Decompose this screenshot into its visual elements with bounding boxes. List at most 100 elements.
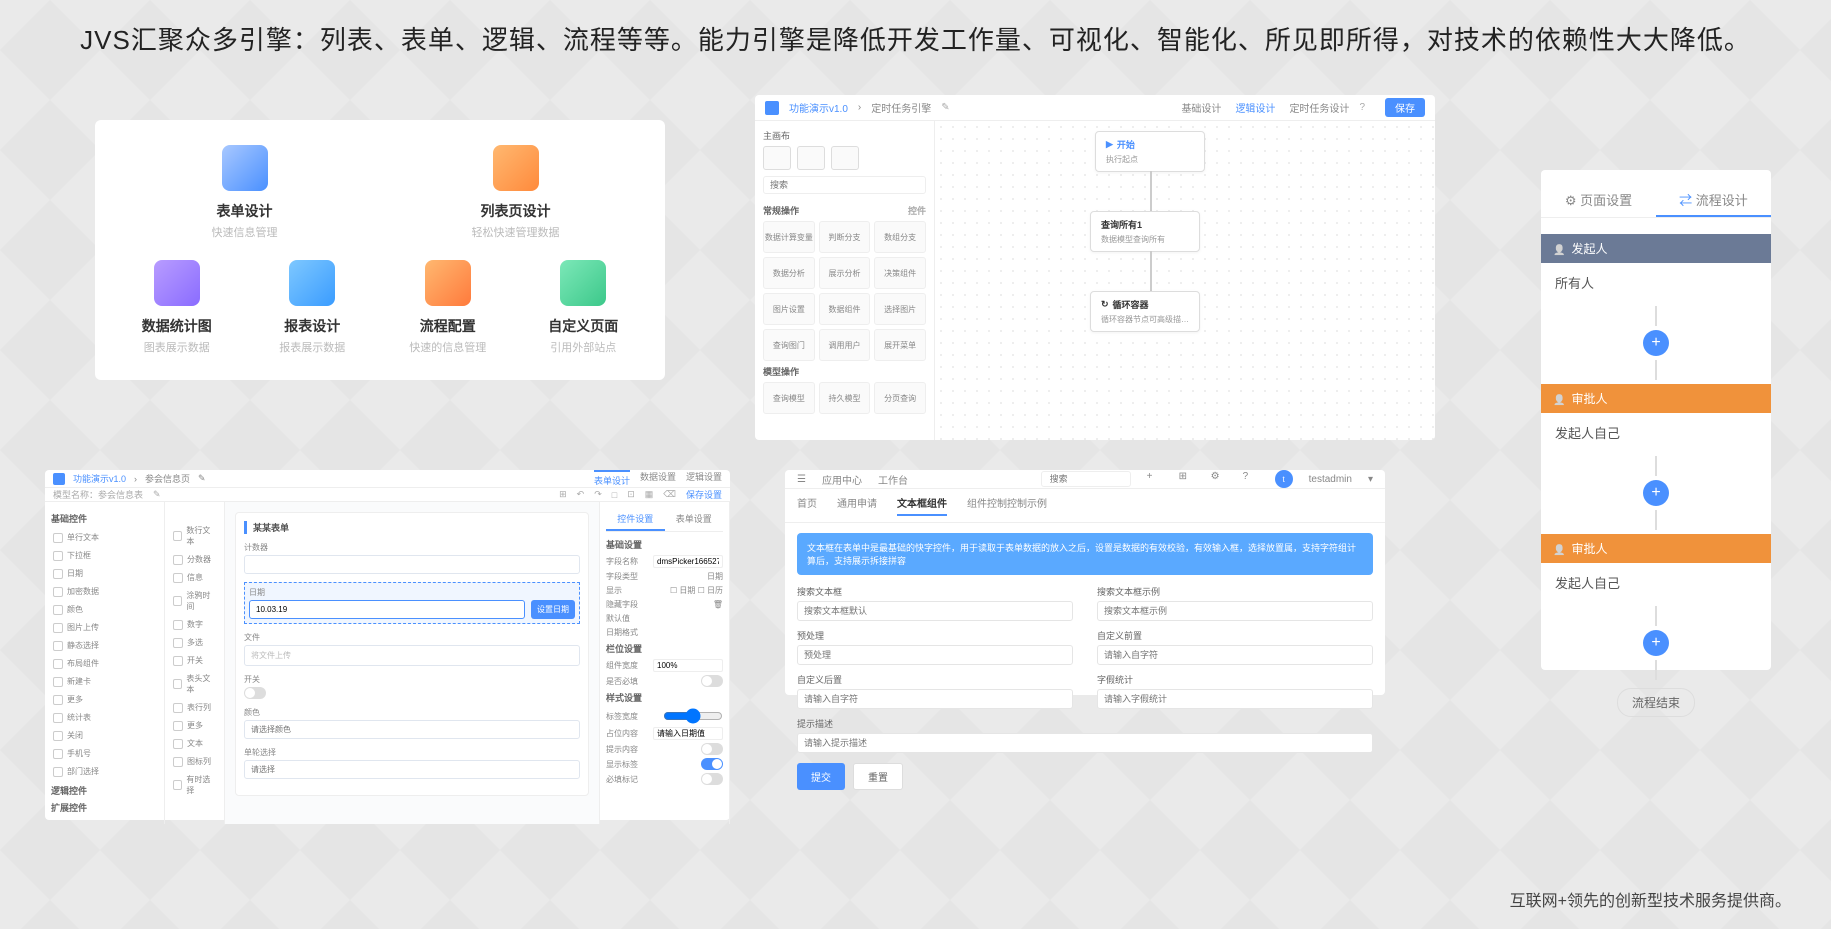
help-icon[interactable]: ? — [1243, 471, 1259, 487]
form-canvas[interactable]: 某某表单 计数器 日期 设置日期 文件将文件上传 开关 颜色 单轮选择 — [225, 502, 600, 824]
list-component[interactable]: 有时选择 — [171, 771, 218, 799]
tab-home[interactable]: 首页 — [797, 495, 817, 516]
flow-component[interactable]: 决策组件 — [874, 257, 926, 289]
props-tab-comp[interactable]: 控件设置 — [606, 508, 665, 531]
tab-logic[interactable]: 逻辑设置 — [686, 470, 722, 487]
list-component[interactable]: 新建卡 — [51, 673, 158, 690]
component-search-input[interactable] — [763, 176, 926, 194]
gear-icon[interactable]: ⚙ — [1211, 471, 1227, 487]
tab-flow-design[interactable]: ⇄ 流程设计 — [1656, 184, 1771, 217]
flow-component[interactable]: 查询图门 — [763, 329, 815, 361]
text-input-5[interactable] — [797, 689, 1073, 709]
menu-icon[interactable]: ☰ — [797, 474, 806, 485]
add-step-button[interactable]: + — [1643, 630, 1669, 656]
list-component[interactable]: 静态选择 — [51, 637, 158, 654]
list-component[interactable]: 多选 — [171, 634, 218, 651]
label-toggle[interactable] — [701, 758, 723, 770]
list-component[interactable]: 数字 — [171, 616, 218, 633]
tool-icon[interactable]: ↶ — [577, 489, 585, 500]
text-input-2[interactable] — [1097, 601, 1373, 621]
save-button[interactable]: 保存设置 — [686, 488, 722, 501]
list-component[interactable]: 表头文本 — [171, 670, 218, 698]
prop-hint[interactable] — [653, 727, 723, 740]
list-component[interactable]: 统计表 — [51, 709, 158, 726]
save-button[interactable]: 保存 — [1385, 98, 1425, 117]
edit-icon[interactable]: ✎ — [941, 102, 949, 113]
list-component[interactable]: 图片上传 — [51, 619, 158, 636]
card-report[interactable]: 报表设计 报表展示数据 — [249, 260, 377, 355]
req-mark-toggle[interactable] — [701, 773, 723, 785]
flow-component[interactable]: 查询模型 — [763, 382, 815, 414]
text-input-1[interactable] — [797, 601, 1073, 621]
username[interactable]: testadmin — [1309, 474, 1352, 485]
list-component[interactable]: 加密数据 — [51, 583, 158, 600]
list-component[interactable]: 手机号 — [51, 745, 158, 762]
counter-input[interactable] — [244, 555, 580, 574]
select-input[interactable] — [244, 760, 580, 779]
tool-calendar-icon[interactable] — [763, 146, 791, 170]
delete-icon[interactable]: 🗑 — [713, 600, 723, 609]
prop-field-name[interactable] — [653, 555, 723, 568]
tab-data[interactable]: 数据设置 — [640, 470, 676, 487]
list-component[interactable]: 颜色 — [51, 601, 158, 618]
switch-toggle[interactable] — [244, 687, 266, 699]
color-input[interactable] — [244, 720, 580, 739]
tool-grid-icon[interactable] — [797, 146, 825, 170]
grid-icon[interactable]: ⊞ — [1179, 471, 1195, 487]
text-input-3[interactable] — [797, 645, 1073, 665]
tab-textcomp[interactable]: 文本框组件 — [897, 495, 947, 516]
text-input-7[interactable] — [797, 733, 1373, 753]
list-component[interactable]: 布局组件 — [51, 655, 158, 672]
date-set-button[interactable]: 设置日期 — [531, 600, 575, 619]
flow-component[interactable]: 调用用户 — [819, 329, 871, 361]
required-toggle[interactable] — [701, 675, 723, 687]
flow-component[interactable]: 数据计算变量 — [763, 221, 815, 253]
reset-button[interactable]: 重置 — [853, 763, 903, 790]
node-query[interactable]: 查询所有1 数据模型查询所有 — [1090, 211, 1200, 252]
edit-icon[interactable]: ✎ — [153, 489, 161, 500]
add-step-button[interactable]: + — [1643, 330, 1669, 356]
list-component[interactable]: 涂鸦时间 — [171, 587, 218, 615]
breadcrumb[interactable]: 功能演示v1.0 — [789, 100, 848, 115]
flow-component[interactable]: 数组分支 — [874, 221, 926, 253]
flow-component[interactable]: 分页查询 — [874, 382, 926, 414]
tip-toggle[interactable] — [701, 743, 723, 755]
help-icon[interactable]: ? — [1359, 102, 1365, 113]
card-list-design[interactable]: 列表页设计 轻松快速管理数据 — [384, 145, 647, 240]
label-width-slider[interactable] — [663, 708, 723, 724]
flow-component[interactable]: 图片设置 — [763, 293, 815, 325]
tab-apply[interactable]: 通用申请 — [837, 495, 877, 516]
card-custom[interactable]: 自定义页面 引用外部站点 — [520, 260, 648, 355]
text-input-6[interactable] — [1097, 689, 1373, 709]
list-component[interactable]: 更多 — [51, 691, 158, 708]
plus-icon[interactable]: + — [1147, 471, 1163, 487]
flow-component[interactable]: 展示分析 — [819, 257, 871, 289]
step-initiator-header[interactable]: 发起人 — [1541, 234, 1771, 263]
submit-button[interactable]: 提交 — [797, 763, 845, 790]
list-component[interactable]: 关闭 — [51, 727, 158, 744]
prop-width[interactable] — [653, 659, 723, 672]
breadcrumb[interactable]: 功能演示v1.0 — [73, 472, 126, 485]
flow-component[interactable]: 判断分支 — [819, 221, 871, 253]
tool-icon[interactable]: □ — [612, 490, 617, 500]
list-component[interactable]: 图标列 — [171, 753, 218, 770]
list-component[interactable]: 更多 — [171, 717, 218, 734]
tab-seq[interactable]: 定时任务设计 — [1289, 100, 1349, 115]
avatar[interactable]: t — [1275, 470, 1293, 488]
flow-canvas[interactable]: ▶开始 执行起点 查询所有1 数据模型查询所有 ↻ 循环容器 循环容器节点可高级… — [935, 121, 1435, 440]
text-input-4[interactable] — [1097, 645, 1373, 665]
node-loop[interactable]: ↻ 循环容器 循环容器节点可高级描… — [1090, 291, 1200, 332]
tool-icon[interactable]: ⊞ — [559, 489, 567, 500]
flow-component[interactable]: 持久模型 — [819, 382, 871, 414]
list-component[interactable]: 日期 — [51, 565, 158, 582]
tab-logic[interactable]: 逻辑设计 — [1235, 100, 1275, 115]
list-component[interactable]: 表行列 — [171, 699, 218, 716]
list-component[interactable]: 部门选择 — [51, 763, 158, 780]
tab-page-settings[interactable]: ⚙ 页面设置 — [1541, 184, 1656, 217]
file-drop[interactable]: 将文件上传 — [244, 645, 580, 666]
card-form-design[interactable]: 表单设计 快速信息管理 — [113, 145, 376, 240]
list-component[interactable]: 信息 — [171, 569, 218, 586]
card-process[interactable]: 流程配置 快速的信息管理 — [384, 260, 512, 355]
list-component[interactable]: 下拉框 — [51, 547, 158, 564]
list-component[interactable]: 分数器 — [171, 551, 218, 568]
